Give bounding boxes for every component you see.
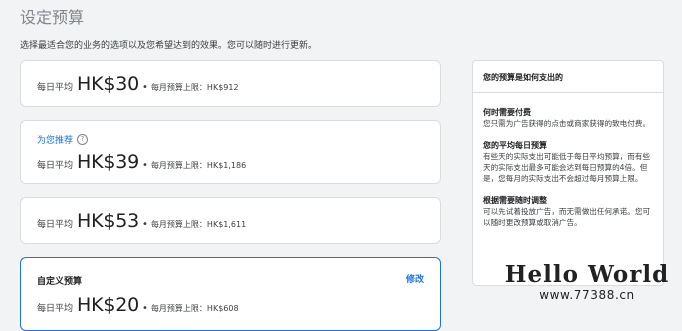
separator-dot: • <box>142 219 148 230</box>
section-title: 您的平均每日预算 <box>483 141 547 150</box>
monthly-cap: 每月预算上限：HK$1,186 <box>150 161 247 170</box>
budget-info-panel: 您的预算是如何支出的 何时需要付费 您只需为广告获得的点击或商家获得的致电付费。… <box>472 60 664 286</box>
budget-line: 每日平均 HK$30 • 每月预算上限：HK$912 <box>37 73 239 95</box>
info-section-payment: 何时需要付费 您只需为广告获得的点击或商家获得的致电付费。 <box>483 107 653 129</box>
section-text: 有些天的实际支出可能低于每日平均预算，而有些天的实际支出最多可能会达到每日预算的… <box>483 152 651 183</box>
separator-dot: • <box>142 160 148 171</box>
section-text: 您只需为广告获得的点击或商家获得的致电付费。 <box>483 119 651 128</box>
monthly-cap: 每月预算上限：HK$912 <box>150 83 239 92</box>
watermark-url: www.77388.cn <box>539 288 635 302</box>
panel-title: 您的预算是如何支出的 <box>473 61 663 93</box>
daily-amount: HK$20 <box>77 294 140 316</box>
watermark-title: Hello World <box>504 261 670 288</box>
budget-line: 每日平均 HK$39 • 每月预算上限：HK$1,186 <box>37 151 246 173</box>
daily-amount: HK$39 <box>77 151 140 173</box>
separator-dot: • <box>142 82 148 93</box>
section-text: 可以先试着投放广告，而无需做出任何承诺。您可以随时更改预算或取消广告。 <box>483 207 651 227</box>
recommended-label: 为您推荐 <box>37 136 74 146</box>
recommended-badge: 为您推荐 ? <box>37 133 89 146</box>
page-subtitle: 选择最适合您的业务的选项以及您希望达到的效果。您可以随时进行更新。 <box>20 41 318 51</box>
custom-budget-label: 自定义预算 <box>37 277 83 287</box>
budget-option-3[interactable]: 每日平均 HK$53 • 每月预算上限：HK$1,611 <box>20 197 441 244</box>
budget-line: 每日平均 HK$53 • 每月预算上限：HK$1,611 <box>37 210 246 232</box>
info-section-daily-budget: 您的平均每日预算 有些天的实际支出可能低于每日平均预算，而有些天的实际支出最多可… <box>483 140 653 184</box>
watermark: Hello World www.77388.cn <box>502 261 672 303</box>
daily-average-label: 每日平均 <box>37 161 74 171</box>
page-title: 设定预算 <box>20 8 85 27</box>
edit-budget-link[interactable]: 修改 <box>406 272 424 285</box>
budget-option-custom[interactable]: 自定义预算 修改 每日平均 HK$20 • 每月预算上限：HK$608 <box>20 257 441 331</box>
daily-average-label: 每日平均 <box>37 83 74 93</box>
daily-amount: HK$53 <box>77 210 140 232</box>
question-circle-icon[interactable]: ? <box>77 134 89 145</box>
section-title: 根据需要随时调整 <box>483 196 547 205</box>
budget-option-2[interactable]: 为您推荐 ? 每日平均 HK$39 • 每月预算上限：HK$1,186 <box>20 120 441 184</box>
separator-dot: • <box>142 303 148 314</box>
info-section-adjust: 根据需要随时调整 可以先试着投放广告，而无需做出任何承诺。您可以随时更改预算或取… <box>483 195 653 228</box>
monthly-cap: 每月预算上限：HK$608 <box>150 304 239 313</box>
daily-average-label: 每日平均 <box>37 304 74 314</box>
section-title: 何时需要付费 <box>483 108 531 117</box>
daily-average-label: 每日平均 <box>37 220 74 230</box>
budget-option-1[interactable]: 每日平均 HK$30 • 每月预算上限：HK$912 <box>20 60 441 107</box>
daily-amount: HK$30 <box>77 73 140 95</box>
monthly-cap: 每月预算上限：HK$1,611 <box>150 220 247 229</box>
budget-line: 每日平均 HK$20 • 每月预算上限：HK$608 <box>37 294 239 316</box>
